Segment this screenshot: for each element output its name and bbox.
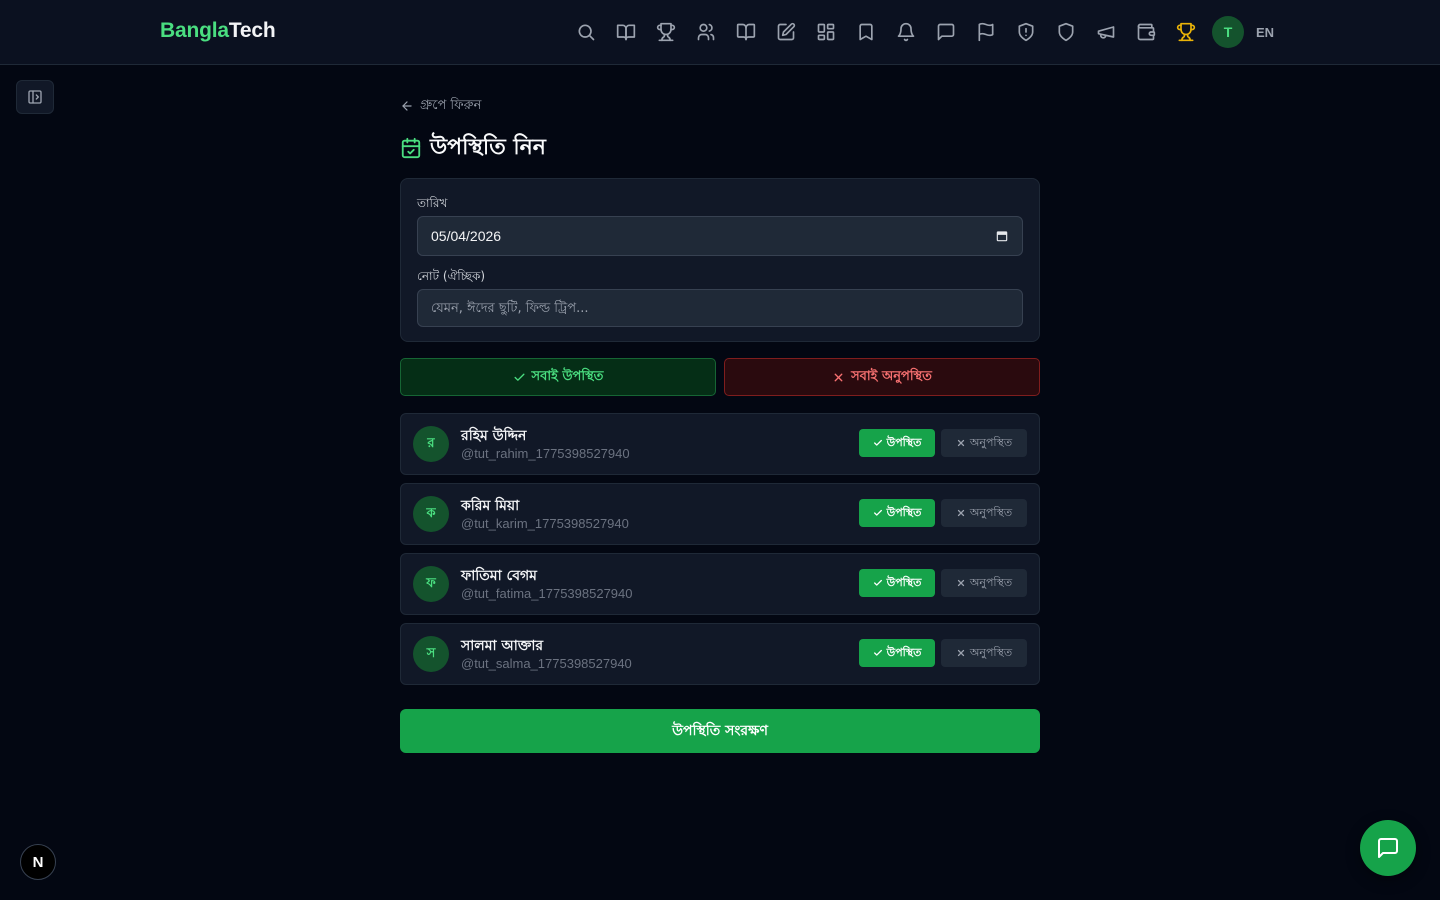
check-icon <box>514 373 525 381</box>
users-icon[interactable] <box>686 12 726 52</box>
search-icon[interactable] <box>566 12 606 52</box>
back-link-label: গ্রুপে ফিরুন <box>420 97 482 113</box>
student-info: রহিম উদ্দিন @tut_rahim_1775398527940 <box>461 427 630 462</box>
absent-button[interactable]: অনুপস্থিত <box>941 569 1027 597</box>
bookmark-icon[interactable] <box>846 12 886 52</box>
megaphone-icon[interactable] <box>1086 12 1126 52</box>
mark-all-present-label: সবাই উপস্থিত <box>531 368 604 384</box>
check-icon <box>873 649 882 656</box>
status-toggle: উপস্থিত অনুপস্থিত <box>859 429 1027 457</box>
top-navbar: BanglaTech T EN <box>0 0 1440 65</box>
student-name: করিম মিয়া <box>461 497 520 514</box>
present-button[interactable]: উপস্থিত <box>859 569 935 597</box>
absent-button[interactable]: অনুপস্থিত <box>941 429 1027 457</box>
student-handle: @tut_rahim_1775398527940 <box>461 445 630 461</box>
page-header: উপস্থিতি নিন <box>400 134 1040 162</box>
present-button[interactable]: উপস্থিত <box>859 499 935 527</box>
student-avatar: ফ <box>413 566 449 602</box>
present-button[interactable]: উপস্থিত <box>859 639 935 667</box>
student-name: সালমা আক্তার <box>461 637 544 654</box>
book-open-icon[interactable] <box>606 12 646 52</box>
student-row: স সালমা আক্তার @tut_salma_1775398527940 … <box>400 623 1040 685</box>
absent-label: অনুপস্থিত <box>969 435 1013 449</box>
attendance-form-card: তারিখ 05/04/2026 নোট (ঐচ্ছিক) <box>400 178 1040 342</box>
mark-all-absent-label: সবাই অনুপস্থিত <box>851 368 932 384</box>
student-handle: @tut_karim_1775398527940 <box>461 515 629 531</box>
attendance-page: গ্রুপে ফিরুন উপস্থিতি নিন তারিখ 05/04/20… <box>400 96 1040 753</box>
student-list: র রহিম উদ্দিন @tut_rahim_1775398527940 উ… <box>400 413 1040 685</box>
book-icon[interactable] <box>726 12 766 52</box>
mark-all-absent-button[interactable]: সবাই অনুপস্থিত <box>724 358 1040 396</box>
close-icon <box>957 509 964 517</box>
note-input[interactable] <box>417 289 1023 327</box>
date-input[interactable]: 05/04/2026 <box>417 216 1023 256</box>
student-row: র রহিম উদ্দিন @tut_rahim_1775398527940 উ… <box>400 413 1040 475</box>
close-icon <box>834 373 843 381</box>
page-title: উপস্থিতি নিন <box>430 134 546 160</box>
student-avatar: র <box>413 426 449 462</box>
student-info: করিম মিয়া @tut_karim_1775398527940 <box>461 497 629 532</box>
check-icon <box>873 509 882 516</box>
date-value: 05/04/2026 <box>431 228 502 244</box>
student-handle: @tut_salma_1775398527940 <box>461 655 632 671</box>
check-icon <box>873 579 882 586</box>
trophy-gold-icon[interactable] <box>1166 12 1206 52</box>
flag-icon[interactable] <box>966 12 1006 52</box>
present-label: উপস্থিত <box>886 575 922 589</box>
student-name: রহিম উদ্দিন <box>461 427 527 444</box>
note-label: নোট (ঐচ্ছিক) <box>417 269 486 283</box>
shield-icon[interactable] <box>1046 12 1086 52</box>
date-label: তারিখ <box>417 196 448 210</box>
language-switch[interactable]: EN <box>1256 25 1274 40</box>
back-to-group-link[interactable]: গ্রুপে ফিরুন <box>400 96 1040 116</box>
close-icon <box>957 579 964 587</box>
student-row: ক করিম মিয়া @tut_karim_1775398527940 উপ… <box>400 483 1040 545</box>
arrow-left-icon <box>402 101 412 111</box>
message-icon[interactable] <box>926 12 966 52</box>
status-toggle: উপস্থিত অনুপস্থিত <box>859 639 1027 667</box>
brand-name-part1: Bangla <box>160 19 229 42</box>
calendar-check-icon <box>401 137 421 159</box>
user-avatar[interactable]: T <box>1212 16 1244 48</box>
calendar-icon[interactable] <box>995 229 1009 243</box>
present-label: উপস্থিত <box>886 505 922 519</box>
present-label: উপস্থিত <box>886 645 922 659</box>
close-icon <box>957 439 964 447</box>
dev-tools-badge[interactable]: N <box>20 844 56 880</box>
status-toggle: উপস্থিত অনুপস্থিত <box>859 569 1027 597</box>
bulk-actions: সবাই উপস্থিত সবাই অনুপস্থিত <box>400 358 1040 396</box>
student-info: সালমা আক্তার @tut_salma_1775398527940 <box>461 637 632 672</box>
check-icon <box>873 439 882 446</box>
student-avatar: ক <box>413 496 449 532</box>
edit-icon[interactable] <box>766 12 806 52</box>
absent-button[interactable]: অনুপস্থিত <box>941 499 1027 527</box>
absent-label: অনুপস্থিত <box>969 505 1013 519</box>
chat-fab-button[interactable] <box>1360 820 1416 876</box>
student-name: ফাতিমা বেগম <box>461 567 537 584</box>
brand-logo[interactable]: BanglaTech <box>160 19 276 43</box>
shield-alert-icon[interactable] <box>1006 12 1046 52</box>
present-label: উপস্থিত <box>886 435 922 449</box>
status-toggle: উপস্থিত অনুপস্থিত <box>859 499 1027 527</box>
mark-all-present-button[interactable]: সবাই উপস্থিত <box>400 358 716 396</box>
sidebar-toggle-button[interactable] <box>16 80 54 114</box>
student-handle: @tut_fatima_1775398527940 <box>461 585 633 601</box>
present-button[interactable]: উপস্থিত <box>859 429 935 457</box>
student-avatar: স <box>413 636 449 672</box>
student-row: ফ ফাতিমা বেগম @tut_fatima_1775398527940 … <box>400 553 1040 615</box>
wallet-icon[interactable] <box>1126 12 1166 52</box>
student-info: ফাতিমা বেগম @tut_fatima_1775398527940 <box>461 567 633 602</box>
bell-icon[interactable] <box>886 12 926 52</box>
close-icon <box>957 649 964 657</box>
grid-icon[interactable] <box>806 12 846 52</box>
absent-label: অনুপস্থিত <box>969 575 1013 589</box>
nav-icon-bar: T EN <box>566 12 1274 52</box>
panel-left-icon <box>28 90 42 104</box>
absent-label: অনুপস্থিত <box>969 645 1013 659</box>
chat-icon <box>1378 838 1398 858</box>
absent-button[interactable]: অনুপস্থিত <box>941 639 1027 667</box>
trophy-icon[interactable] <box>646 12 686 52</box>
save-attendance-button[interactable]: উপস্থিতি সংরক্ষণ <box>400 709 1040 753</box>
brand-name-part2: Tech <box>228 19 276 42</box>
